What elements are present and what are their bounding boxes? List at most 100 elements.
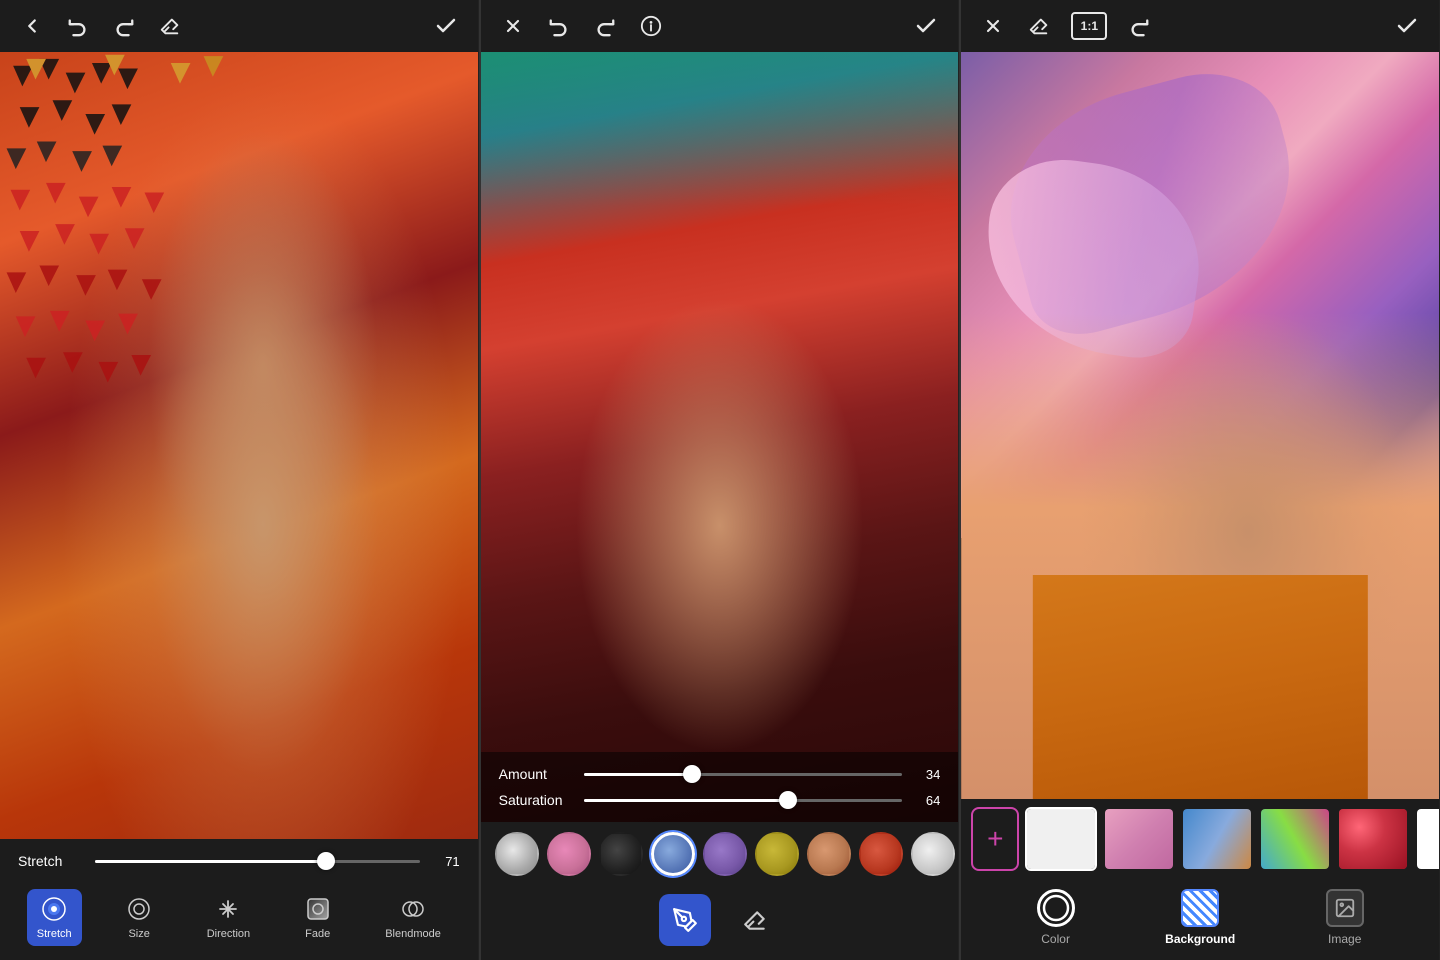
topbar-1 (0, 0, 478, 52)
bottom-panel-3: + (961, 799, 1439, 960)
saturation-slider-row: Saturation 64 (499, 792, 941, 808)
thumbnail-4[interactable] (1259, 807, 1331, 871)
undo-button-2[interactable] (545, 12, 573, 40)
topbar-2 (481, 0, 959, 52)
tool-bar-1: Stretch Size (0, 879, 478, 960)
amount-slider-track[interactable] (584, 773, 903, 776)
fade-icon (304, 895, 332, 923)
topbar-3-left: 1:1 (979, 12, 1153, 40)
mode-color[interactable]: Color (1037, 889, 1075, 946)
thumb-inner-6 (1417, 809, 1439, 869)
topbar-2-left (499, 12, 665, 40)
info-icon[interactable] (637, 12, 665, 40)
confirm-button[interactable] (432, 12, 460, 40)
eraser-icon[interactable] (156, 12, 184, 40)
panel-1: Stretch 71 Stretch (0, 0, 479, 960)
stretch-slider-track[interactable] (95, 860, 420, 863)
amount-label: Amount (499, 766, 574, 782)
thumbnail-2[interactable] (1103, 807, 1175, 871)
brush-button[interactable] (659, 894, 711, 946)
tool-direction-label: Direction (207, 928, 250, 940)
mode-image[interactable]: Image (1326, 889, 1364, 946)
redo-button-2[interactable] (591, 12, 619, 40)
thumbnail-1[interactable] (1025, 807, 1097, 871)
color-mode-label: Color (1041, 932, 1070, 946)
stretch-label: Stretch (18, 853, 83, 869)
redo-button[interactable] (110, 12, 138, 40)
photo-face-2 (481, 283, 959, 822)
tool-direction[interactable]: Direction (197, 889, 260, 946)
close-button-3[interactable] (979, 12, 1007, 40)
stretch-slider-section: Stretch 71 (0, 839, 478, 879)
tool-blendmode-label: Blendmode (385, 928, 441, 940)
background-mode-icon (1181, 889, 1219, 927)
image-mode-icon (1326, 889, 1364, 927)
image-canvas-2[interactable]: Amount 34 Saturation 64 (481, 52, 959, 822)
tool-stretch-label: Stretch (37, 928, 72, 940)
amount-slider-row: Amount 34 (499, 766, 941, 782)
thumb-inner-2 (1105, 809, 1173, 869)
saturation-slider-track[interactable] (584, 799, 903, 802)
thumb-inner-3 (1183, 809, 1251, 869)
ratio-button[interactable]: 1:1 (1071, 12, 1107, 40)
panel-3: 1:1 (961, 0, 1440, 960)
photo-overlay-2 (481, 52, 959, 206)
swatch-red[interactable] (859, 832, 903, 876)
tool-blendmode[interactable]: Blendmode (375, 889, 451, 946)
add-background-button[interactable]: + (971, 807, 1019, 871)
thumb-inner-4 (1261, 809, 1329, 869)
swatch-copper[interactable] (807, 832, 851, 876)
close-button-2[interactable] (499, 12, 527, 40)
blendmode-icon (399, 895, 427, 923)
stretch-slider-value: 71 (432, 854, 460, 869)
thumbnail-3[interactable] (1181, 807, 1253, 871)
saturation-slider-fill (584, 799, 788, 802)
confirm-button-3[interactable] (1393, 12, 1421, 40)
topbar-1-left (18, 12, 184, 40)
tool-stretch[interactable]: Stretch (27, 889, 82, 946)
thumb-inner-1 (1027, 809, 1095, 869)
amount-slider-thumb (683, 765, 701, 783)
image-canvas-1[interactable] (0, 52, 478, 839)
bottom-panel-2 (481, 822, 959, 960)
eraser-button[interactable] (729, 894, 781, 946)
saturation-slider-thumb (779, 791, 797, 809)
swatch-blue[interactable] (651, 832, 695, 876)
tool-fade[interactable]: Fade (294, 889, 342, 946)
swatch-gold[interactable] (755, 832, 799, 876)
direction-icon (214, 895, 242, 923)
swatch-light-silver[interactable] (911, 832, 955, 876)
mode-background[interactable]: Background (1165, 889, 1235, 946)
tool-size[interactable]: Size (115, 889, 163, 946)
triangles-overlay (0, 52, 263, 603)
saturation-slider-value: 64 (912, 793, 940, 808)
tool-size-label: Size (128, 928, 149, 940)
eraser-icon-3[interactable] (1025, 12, 1053, 40)
photo-clothing-3 (1033, 575, 1367, 799)
tool-fade-label: Fade (305, 928, 330, 940)
confirm-button-2[interactable] (912, 12, 940, 40)
stretch-icon (40, 895, 68, 923)
amount-slider-value: 34 (912, 767, 940, 782)
color-mode-icon (1037, 889, 1075, 927)
swatch-black[interactable] (599, 832, 643, 876)
draw-tools-bar (481, 886, 959, 960)
undo-button[interactable] (64, 12, 92, 40)
sliders-overlay: Amount 34 Saturation 64 (481, 752, 959, 822)
swatch-silver[interactable] (495, 832, 539, 876)
image-mode-label: Image (1328, 932, 1361, 946)
rotate-button[interactable] (1125, 12, 1153, 40)
image-canvas-3[interactable] (961, 52, 1439, 799)
back-button[interactable] (18, 12, 46, 40)
thumbnail-strip: + (961, 799, 1439, 879)
color-swatch-bar (481, 822, 959, 886)
thumbnail-6[interactable] (1415, 807, 1439, 871)
swatch-purple[interactable] (703, 832, 747, 876)
thumb-inner-5 (1339, 809, 1407, 869)
swatch-pink[interactable] (547, 832, 591, 876)
amount-slider-fill (584, 773, 692, 776)
stretch-slider-thumb (317, 852, 335, 870)
thumbnail-5[interactable] (1337, 807, 1409, 871)
stretch-slider-row: Stretch 71 (18, 853, 460, 869)
bottom-panel-1: Stretch 71 Stretch (0, 839, 478, 960)
